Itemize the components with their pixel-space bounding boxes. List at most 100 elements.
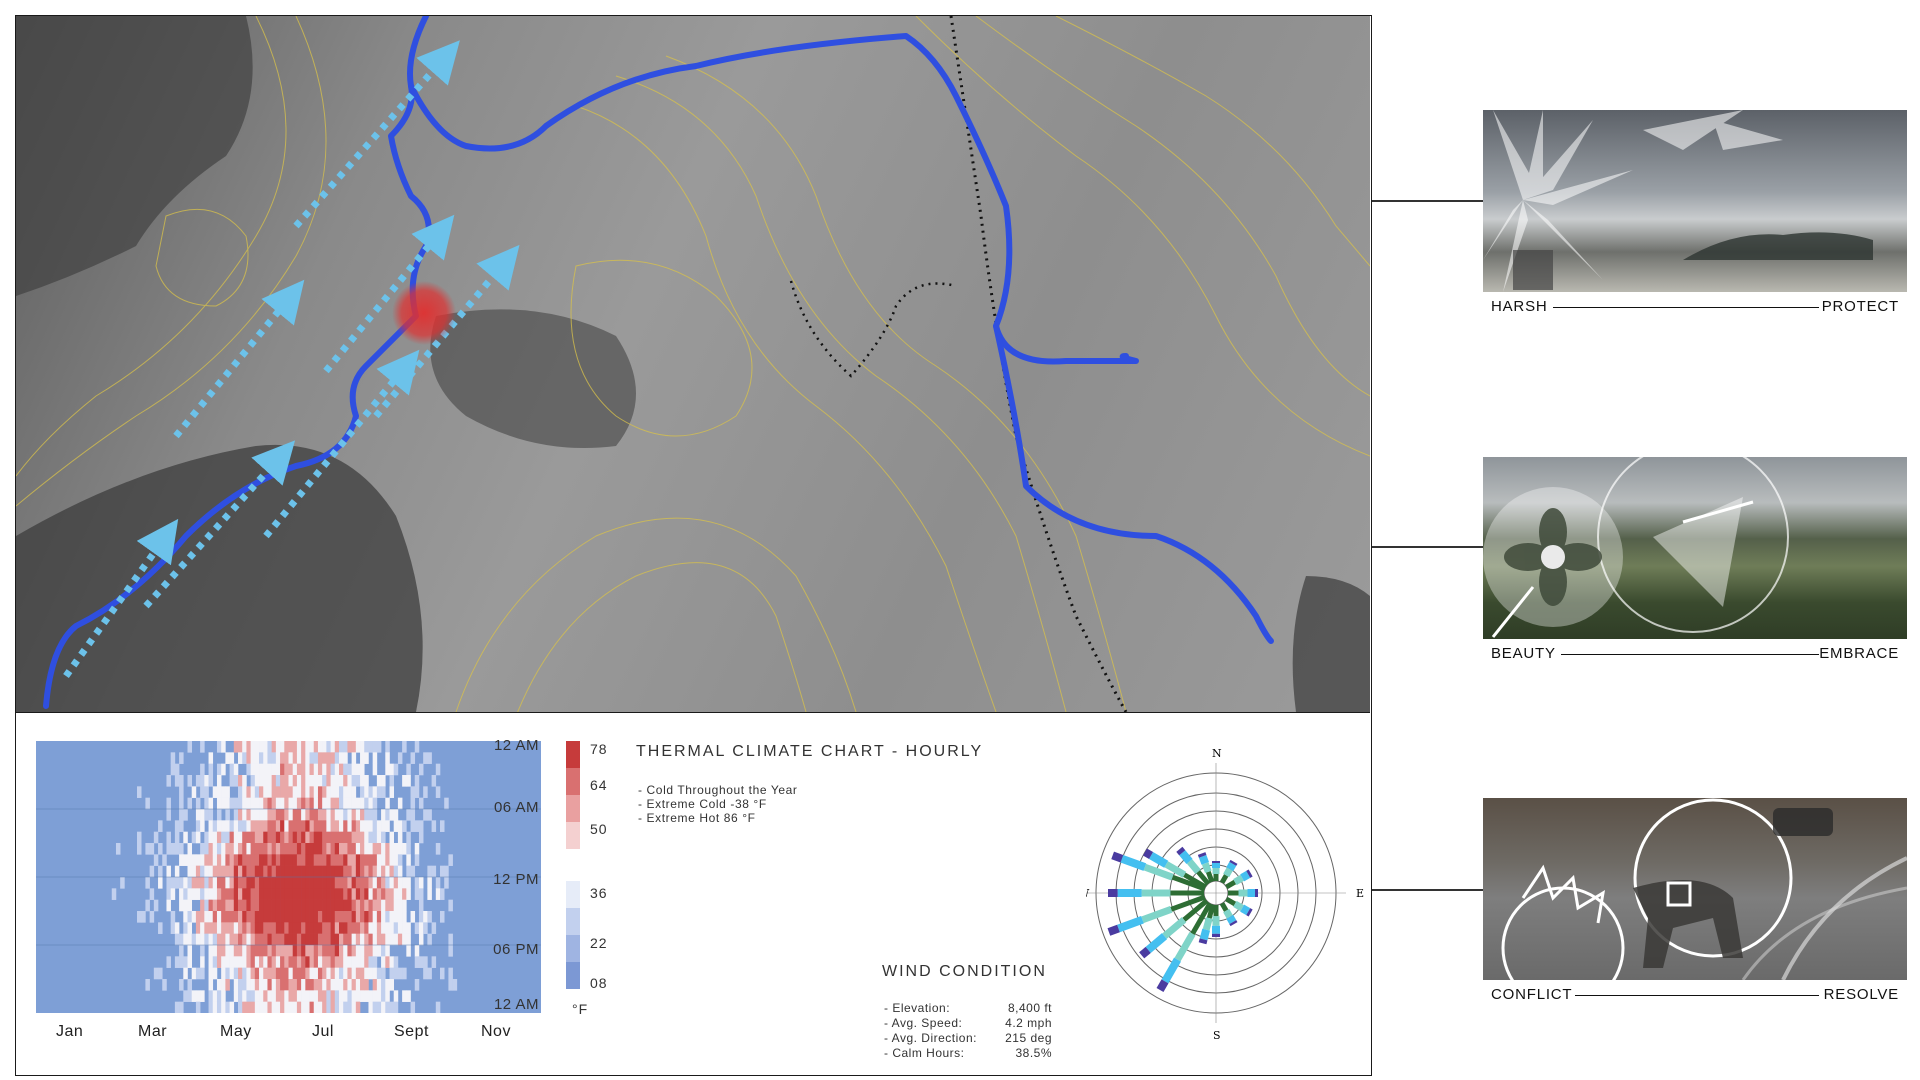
heatmap-cell xyxy=(166,877,171,889)
heatmap-cell xyxy=(288,809,294,821)
heatmap-cell xyxy=(360,933,365,946)
heatmap-cell xyxy=(444,865,449,878)
rose-bar xyxy=(1225,879,1237,890)
heatmap-cell xyxy=(322,911,327,923)
heatmap-cell xyxy=(305,831,310,844)
heatmap-cell xyxy=(322,865,327,878)
heatmap-cell xyxy=(343,775,348,787)
heatmap-cell xyxy=(334,911,340,923)
heatmap-cell xyxy=(317,797,323,810)
heatmap-cell xyxy=(170,752,176,764)
heatmap-cell xyxy=(149,911,155,923)
heatmap-cell xyxy=(364,888,369,900)
heatmap-cell xyxy=(296,854,302,866)
rose-bar xyxy=(1161,957,1181,984)
panel-beauty-embrace: BEAUTY EMBRACE xyxy=(1483,457,1907,665)
connector-line xyxy=(1372,546,1483,548)
rose-bar xyxy=(1202,917,1213,931)
heatmap-cell xyxy=(322,809,327,821)
heatmap-cell xyxy=(212,888,218,900)
panel-image xyxy=(1483,798,1907,980)
heatmap-cell xyxy=(208,933,214,946)
heatmap-cell xyxy=(355,763,361,776)
heatmap-cell xyxy=(364,797,369,810)
heatmap-cell xyxy=(208,831,214,844)
heatmap-cell xyxy=(271,911,277,923)
heatmap-cell xyxy=(364,831,369,844)
heatmap-cell xyxy=(309,786,315,798)
heatmap-cell xyxy=(216,741,222,753)
heatmap-cell xyxy=(284,797,289,810)
rose-bar xyxy=(1162,917,1187,939)
heatmap-cell xyxy=(271,899,277,912)
heatmap-cell xyxy=(166,843,171,855)
heatmap-cell xyxy=(330,741,336,753)
heatmap-cell xyxy=(221,956,226,968)
heatmap-cell xyxy=(385,933,390,946)
heatmap-cell xyxy=(372,831,378,844)
heatmap-cell xyxy=(254,956,260,968)
compass-e: E xyxy=(1356,887,1364,900)
heatmap-cell xyxy=(238,967,243,980)
legend-label: 50 xyxy=(590,821,608,837)
heatmap-cell xyxy=(183,854,188,866)
heatmap-cell xyxy=(305,990,310,1002)
heatmap-cell xyxy=(368,786,373,798)
heatmap-cell xyxy=(317,899,323,912)
forest-patch xyxy=(16,444,423,712)
heatmap-cell xyxy=(225,843,230,855)
heatmap-cell xyxy=(414,979,420,991)
rose-bar xyxy=(1145,933,1168,953)
heatmap-cell xyxy=(275,741,281,753)
heatmap-cell xyxy=(389,775,395,787)
heatmap-cell xyxy=(347,922,352,934)
heatmap-cell xyxy=(275,775,281,787)
heatmap-cell xyxy=(339,877,344,889)
heatmap-cell xyxy=(259,843,264,855)
heatmap-cell xyxy=(216,865,222,878)
heatmap-cell xyxy=(376,865,382,878)
heatmap-cell xyxy=(204,854,209,866)
heatmap-cell xyxy=(418,888,424,900)
heatmap-cell xyxy=(208,899,214,912)
heatmap-cell xyxy=(296,865,302,878)
heatmap-cell xyxy=(254,797,260,810)
heatmap-cell xyxy=(313,933,319,946)
heatmap-cell xyxy=(275,865,281,878)
heatmap-cell xyxy=(397,752,403,764)
heatmap-cell xyxy=(271,888,277,900)
heatmap-cell xyxy=(309,843,315,855)
heatmap-cell xyxy=(183,831,188,844)
heatmap-cell xyxy=(225,979,230,991)
heatmap-cell xyxy=(246,945,251,957)
heatmap-cell xyxy=(221,979,226,991)
heatmap-cell xyxy=(402,967,407,980)
heatmap-cell xyxy=(263,967,268,980)
heatmap-cell xyxy=(141,911,146,923)
heatmap-cell xyxy=(208,888,214,900)
heatmap-cell xyxy=(242,775,247,787)
heatmap-cell xyxy=(191,990,197,1002)
heatmap-cell xyxy=(360,956,365,968)
heatmap-cell xyxy=(292,786,298,798)
heatmap-cell xyxy=(221,843,226,855)
heatmap-cell xyxy=(313,888,319,900)
heatmap-cell xyxy=(364,775,369,787)
heatmap-cell xyxy=(288,979,294,991)
heatmap-cell xyxy=(246,865,251,878)
heatmap-cell xyxy=(280,854,285,866)
heatmap-cell xyxy=(339,786,344,798)
heatmap-cell xyxy=(397,854,403,866)
heatmap-cell xyxy=(216,979,222,991)
heatmap-cell xyxy=(208,763,214,776)
thermal-note: - Extreme Cold -38 °F xyxy=(638,797,767,811)
heatmap-cell xyxy=(313,854,319,866)
heatmap-cell xyxy=(271,865,277,878)
heatmap-cell xyxy=(284,899,289,912)
heatmap-cell xyxy=(322,741,327,753)
heatmap-cell xyxy=(381,877,386,889)
heatmap-cell xyxy=(301,877,306,889)
heatmap-cell xyxy=(393,854,399,866)
heatmap-cell xyxy=(296,797,302,810)
heatmap-cell xyxy=(326,820,331,832)
